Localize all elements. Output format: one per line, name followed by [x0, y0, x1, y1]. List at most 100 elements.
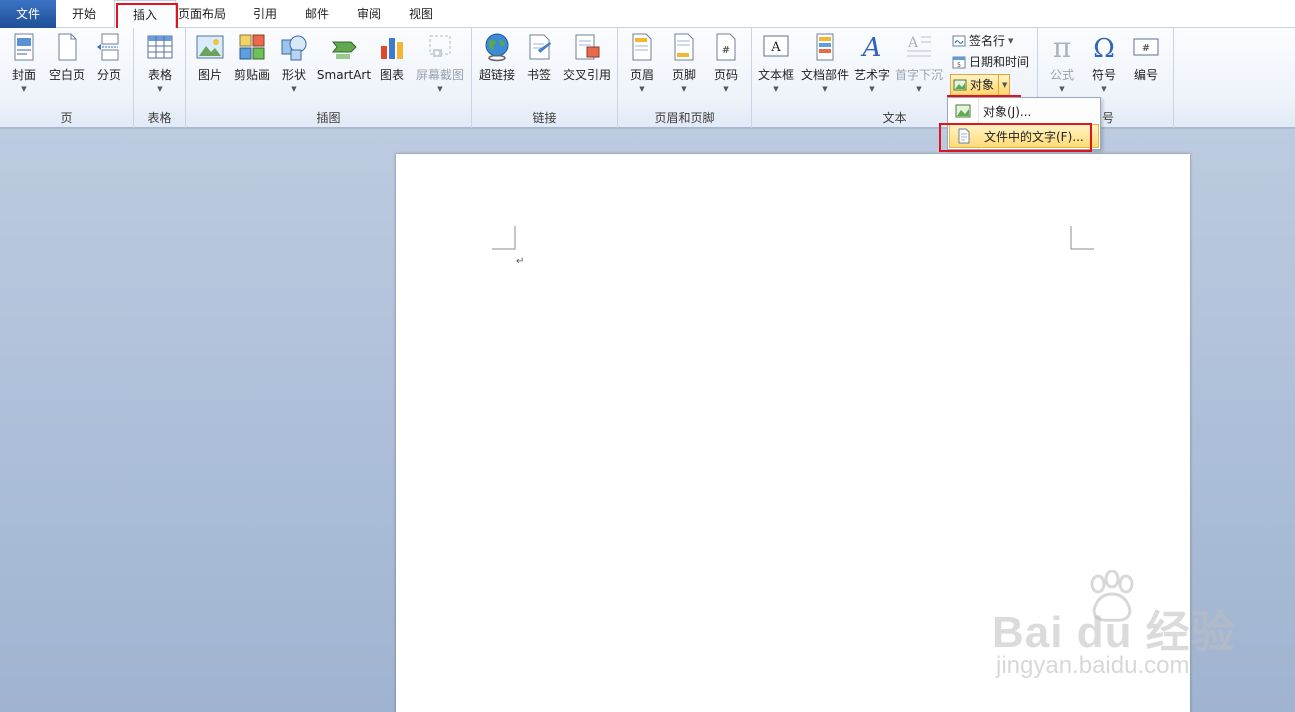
bookmark-icon: [529, 34, 551, 60]
symbol-button[interactable]: Ω 符号 ▼: [1088, 32, 1120, 93]
object-button[interactable]: 对象 ▼: [950, 74, 1011, 96]
dropdown-arrow-icon: ▼: [773, 85, 779, 93]
table-button[interactable]: 表格 ▼: [142, 32, 178, 93]
number-icon: #: [1133, 38, 1159, 56]
table-icon: [147, 35, 173, 59]
svg-text:A: A: [907, 35, 919, 51]
dropdown-arrow-icon: ▼: [21, 85, 27, 93]
group-label-pages: 页: [60, 111, 73, 125]
picture-icon: [196, 35, 224, 59]
chart-icon: [381, 38, 403, 59]
calendar-icon: 5: [952, 56, 966, 69]
dropdown-arrow-icon: ▼: [822, 85, 828, 93]
clipart-button[interactable]: 剪贴画: [232, 32, 272, 82]
group-tables: 表格 ▼ 表格: [134, 28, 186, 128]
omega-icon: Ω: [1093, 34, 1115, 62]
svg-text:A: A: [861, 33, 882, 62]
date-time-button[interactable]: 5 日期和时间: [952, 52, 1029, 72]
group-label-symbols: 号: [1102, 111, 1115, 125]
clipart-icon: [239, 34, 265, 60]
document-page[interactable]: ↵: [396, 154, 1190, 712]
dropdown-arrow-icon: ▼: [437, 85, 443, 93]
group-label-illustrations: 插图: [316, 111, 341, 125]
header-button[interactable]: 页眉 ▼: [624, 32, 660, 93]
group-links: 超链接 书签 交叉引用 链接: [472, 28, 618, 128]
paragraph-mark[interactable]: ↵: [516, 256, 524, 267]
dropdown-arrow-icon: ▼: [1059, 85, 1065, 93]
blank-page-button[interactable]: 空白页: [46, 32, 88, 82]
picture-button[interactable]: 图片: [194, 32, 226, 82]
cover-page-icon: [14, 33, 34, 61]
dropdown-arrow-icon: ▼: [1101, 85, 1107, 93]
svg-text:#: #: [722, 45, 730, 56]
tab-references[interactable]: 引用: [240, 0, 290, 28]
signature-line-button[interactable]: 签名行 ▼: [952, 31, 1013, 51]
shapes-icon: [281, 35, 307, 61]
cross-reference-icon: [575, 34, 600, 60]
smartart-button[interactable]: SmartArt: [316, 32, 372, 82]
wordart-button[interactable]: A 艺术字 ▼: [853, 32, 891, 93]
svg-text:A: A: [770, 40, 781, 55]
dropdown-arrow-icon: ▼: [916, 85, 922, 93]
wordart-icon: A: [861, 33, 882, 62]
group-label-links: 链接: [532, 111, 557, 125]
shapes-button[interactable]: 形状 ▼: [278, 32, 310, 93]
header-icon: [632, 33, 652, 61]
globe-link-icon: [485, 33, 509, 62]
textbox-icon: A: [763, 35, 789, 57]
chart-button[interactable]: 图表: [376, 32, 408, 82]
tab-insert[interactable]: 插入: [114, 0, 176, 29]
cover-page-button[interactable]: 封面 ▼: [6, 32, 42, 93]
object-dropdown-menu: 对象(J)... 文件中的文字(F)...: [947, 97, 1101, 150]
footer-button[interactable]: 页脚 ▼: [666, 32, 702, 93]
dropdown-arrow-icon: ▼: [157, 85, 163, 93]
equation-button[interactable]: π 公式 ▼: [1046, 32, 1078, 93]
number-button[interactable]: # 编号: [1130, 32, 1162, 82]
svg-text:#: #: [1142, 43, 1150, 54]
quick-parts-button[interactable]: 文档部件 ▼: [800, 32, 850, 93]
quick-parts-icon: [816, 33, 834, 61]
tab-review[interactable]: 审阅: [344, 0, 394, 28]
dropdown-arrow-icon: ▼: [681, 85, 687, 93]
dropdown-arrow-icon: ▼: [291, 85, 297, 93]
crop-mark-top-right: [1070, 226, 1094, 250]
group-label-tables: 表格: [147, 111, 172, 125]
tab-mailings[interactable]: 邮件: [292, 0, 342, 28]
blank-page-icon: [58, 33, 77, 61]
hyperlink-button[interactable]: 超链接: [476, 32, 518, 82]
textbox-button[interactable]: A 文本框 ▼: [756, 32, 796, 93]
screenshot-button[interactable]: 屏幕截图 ▼: [414, 32, 466, 93]
page-break-button[interactable]: 分页: [92, 32, 126, 82]
group-label-header-footer: 页眉和页脚: [654, 111, 715, 125]
dropdown-arrow-icon: ▼: [1008, 37, 1014, 45]
crop-mark-top-left: [492, 226, 516, 250]
dropdown-arrow-icon: ▼: [869, 85, 875, 93]
svg-text:5: 5: [957, 62, 961, 69]
cross-reference-button[interactable]: 交叉引用: [560, 32, 614, 82]
tab-page-layout[interactable]: 页面布局: [176, 0, 228, 28]
dropdown-arrow-icon: ▼: [723, 85, 729, 93]
page-break-icon: [97, 33, 119, 61]
tab-view[interactable]: 视图: [396, 0, 446, 28]
drop-cap-icon: A: [907, 35, 931, 57]
page-number-button[interactable]: # 页码 ▼: [708, 32, 744, 93]
svg-text:Ω: Ω: [1093, 34, 1115, 62]
group-pages: 封面 ▼ 空白页 分页 页: [0, 28, 134, 128]
tab-file[interactable]: 文件: [0, 0, 56, 28]
bookmark-button[interactable]: 书签: [522, 32, 556, 82]
signature-icon: [952, 35, 966, 47]
object-icon: [955, 104, 971, 118]
group-header-footer: 页眉 ▼ 页脚 ▼ # 页码 ▼ 页眉和页脚: [618, 28, 752, 128]
menu-item-text-from-file[interactable]: 文件中的文字(F)...: [949, 124, 1099, 148]
object-icon: [953, 79, 967, 91]
footer-icon: [674, 33, 694, 61]
page-number-icon: #: [716, 33, 736, 61]
menu-item-object[interactable]: 对象(J)...: [949, 99, 1099, 123]
dropdown-arrow-icon: ▼: [639, 85, 645, 93]
screenshot-icon: [429, 35, 451, 57]
drop-cap-button[interactable]: A 首字下沉 ▼: [894, 32, 944, 93]
group-illustrations: 图片 剪贴画 形状 ▼ SmartArt 图表 屏幕截图 ▼ 插图: [186, 28, 472, 128]
object-dropdown-arrow-icon[interactable]: ▼: [998, 75, 1007, 95]
tab-home[interactable]: 开始: [58, 0, 110, 28]
svg-text:π: π: [1053, 32, 1071, 62]
